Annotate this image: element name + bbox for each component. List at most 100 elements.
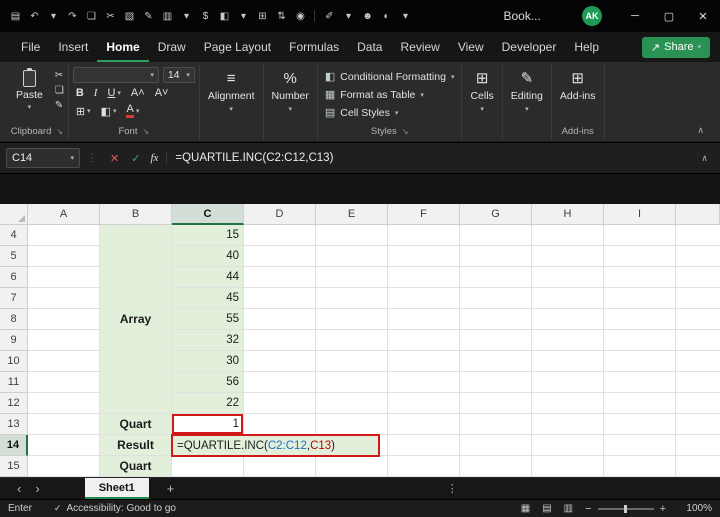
cell-e8[interactable]: [316, 309, 388, 330]
cell-c12[interactable]: 22: [172, 393, 244, 414]
camera-icon[interactable]: ◉: [293, 11, 308, 22]
number-button[interactable]: % Number ▾: [268, 67, 313, 141]
cell-i4[interactable]: [604, 225, 676, 246]
cell-e11[interactable]: [316, 372, 388, 393]
table-icon[interactable]: ⊞: [255, 11, 270, 22]
cell-e4[interactable]: [316, 225, 388, 246]
column-header-h[interactable]: H: [532, 204, 604, 225]
cell-f4[interactable]: [388, 225, 460, 246]
page-layout-view-button[interactable]: ▤: [536, 503, 557, 514]
tab-formulas[interactable]: Formulas: [280, 32, 348, 62]
bold-button[interactable]: B: [73, 85, 87, 101]
cell-g4[interactable]: [460, 225, 532, 246]
close-button[interactable]: ✕: [686, 0, 720, 32]
avatar[interactable]: AK: [582, 6, 602, 26]
row-header-14[interactable]: 14: [0, 435, 28, 456]
zoom-in-button[interactable]: +: [654, 503, 672, 515]
enter-button[interactable]: ✓: [125, 152, 146, 165]
printer-icon[interactable]: ▥: [160, 11, 175, 22]
row-header-13[interactable]: 13: [0, 414, 28, 435]
increase-font-button[interactable]: A˄: [128, 85, 148, 101]
cell-c13[interactable]: 1: [172, 414, 244, 435]
cell-f15[interactable]: [388, 456, 460, 477]
format-painter-button[interactable]: ✎: [55, 100, 64, 112]
cell-h12[interactable]: [532, 393, 604, 414]
cell-a4[interactable]: [28, 225, 100, 246]
cell-f10[interactable]: [388, 351, 460, 372]
zoom-out-button[interactable]: −: [579, 503, 597, 515]
alignment-button[interactable]: ≡ Alignment ▾: [204, 67, 259, 141]
spreadsheet-grid[interactable]: A B C D E F G H I 4 Array 15 5 40 6 44 7 45 8 55 9 32 10 30 11 56…: [0, 204, 720, 477]
cell-h7[interactable]: [532, 288, 604, 309]
draw-icon[interactable]: ✐: [322, 11, 337, 22]
cell-d10[interactable]: [244, 351, 316, 372]
cell-i6[interactable]: [604, 267, 676, 288]
undo-icon[interactable]: ↶: [27, 11, 42, 22]
tab-page-layout[interactable]: Page Layout: [195, 32, 280, 62]
cell-b15[interactable]: Quart: [100, 456, 172, 477]
cell-h11[interactable]: [532, 372, 604, 393]
minimize-button[interactable]: ─: [618, 0, 652, 32]
editing-button[interactable]: ✎ Editing ▾: [507, 67, 547, 141]
undo-chevron-icon[interactable]: ▾: [46, 11, 61, 22]
cell-f5[interactable]: [388, 246, 460, 267]
name-box[interactable]: C14 ▾: [6, 148, 80, 168]
cell-i14[interactable]: [604, 435, 676, 456]
cell-a6[interactable]: [28, 267, 100, 288]
cell-d11[interactable]: [244, 372, 316, 393]
cell-a7[interactable]: [28, 288, 100, 309]
cell-h4[interactable]: [532, 225, 604, 246]
cell-f14[interactable]: [388, 435, 460, 456]
insert-function-button[interactable]: fx: [146, 152, 168, 164]
tab-view[interactable]: View: [449, 32, 493, 62]
cell-a9[interactable]: [28, 330, 100, 351]
cell-a11[interactable]: [28, 372, 100, 393]
cell-h6[interactable]: [532, 267, 604, 288]
styles-dialog-launcher[interactable]: ↘: [402, 127, 409, 136]
zoom-percentage[interactable]: 100%: [682, 503, 712, 514]
font-name-combo[interactable]: ▾: [72, 67, 159, 83]
sheet-nav-right-icon[interactable]: ›: [28, 479, 46, 499]
column-header-c[interactable]: C: [172, 204, 244, 225]
copy-icon[interactable]: ❏: [84, 11, 99, 22]
cell-d12[interactable]: [244, 393, 316, 414]
cell-g12[interactable]: [460, 393, 532, 414]
tab-review[interactable]: Review: [391, 32, 448, 62]
cell-i9[interactable]: [604, 330, 676, 351]
row-header-7[interactable]: 7: [0, 288, 28, 309]
cell-g11[interactable]: [460, 372, 532, 393]
cell-g15[interactable]: [460, 456, 532, 477]
cell-b13[interactable]: Quart: [100, 414, 172, 435]
cell-g5[interactable]: [460, 246, 532, 267]
cut-icon[interactable]: ✂: [103, 11, 118, 22]
cell-d13[interactable]: [244, 414, 316, 435]
conditional-formatting-button[interactable]: ◧ Conditional Formatting ▾: [322, 68, 458, 85]
cell-h9[interactable]: [532, 330, 604, 351]
cell-a15[interactable]: [28, 456, 100, 477]
zoom-slider-handle[interactable]: [623, 504, 627, 513]
cell-c10[interactable]: 30: [172, 351, 244, 372]
cell-e5[interactable]: [316, 246, 388, 267]
cell-a8[interactable]: [28, 309, 100, 330]
cell-h15[interactable]: [532, 456, 604, 477]
row-header-9[interactable]: 9: [0, 330, 28, 351]
cell-i13[interactable]: [604, 414, 676, 435]
column-header-g[interactable]: G: [460, 204, 532, 225]
cell-g7[interactable]: [460, 288, 532, 309]
cell-i11[interactable]: [604, 372, 676, 393]
fill-chevron-icon[interactable]: ▾: [236, 11, 251, 22]
fill-color-button[interactable]: ◧ ▾: [98, 103, 120, 119]
cell-d7[interactable]: [244, 288, 316, 309]
cell-c15[interactable]: [172, 456, 244, 477]
cell-d9[interactable]: [244, 330, 316, 351]
cell-f13[interactable]: [388, 414, 460, 435]
cell-e9[interactable]: [316, 330, 388, 351]
cell-g9[interactable]: [460, 330, 532, 351]
font-dialog-launcher[interactable]: ↘: [142, 127, 149, 136]
cell-i8[interactable]: [604, 309, 676, 330]
tab-insert[interactable]: Insert: [49, 32, 97, 62]
currency-icon[interactable]: $: [198, 11, 213, 22]
cell-a14[interactable]: [28, 435, 100, 456]
maximize-button[interactable]: ▢: [652, 0, 686, 32]
format-painter-icon[interactable]: ✎: [141, 11, 156, 22]
